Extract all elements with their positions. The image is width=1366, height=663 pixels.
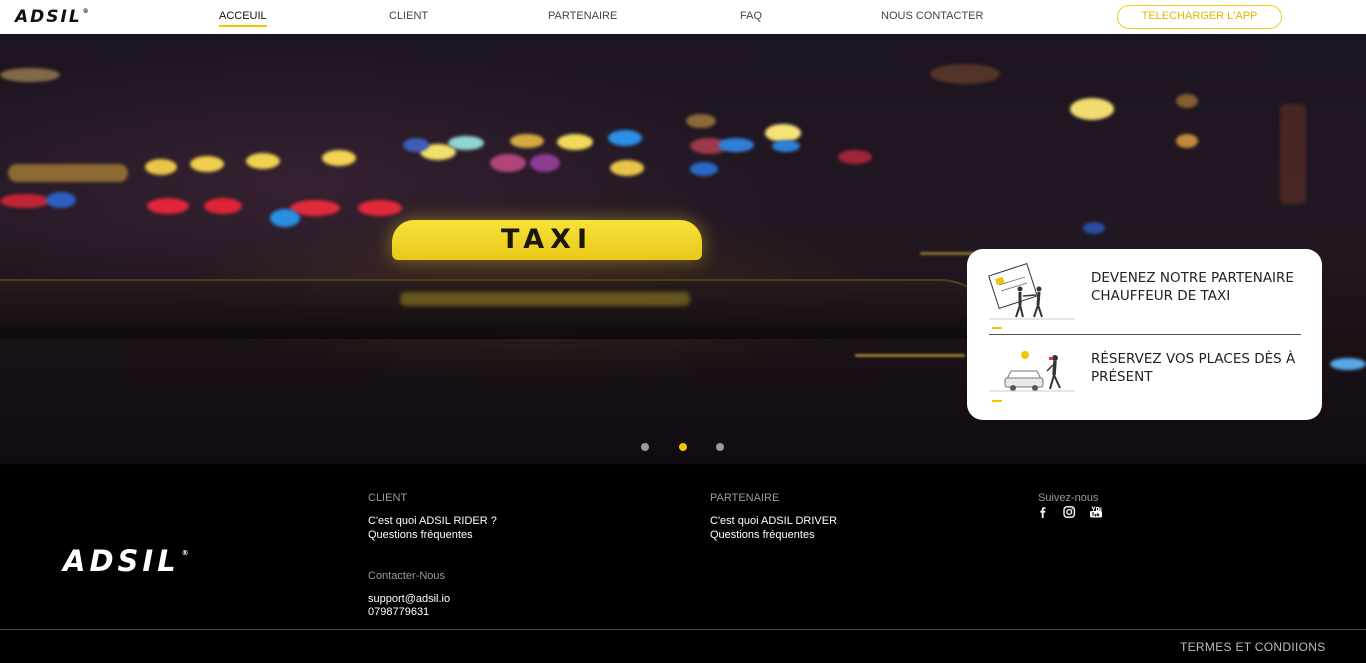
- top-navbar: ADSIL® ACCEUIL CLIENT PARTENAIRE FAQ NOU…: [0, 0, 1366, 34]
- nav-link-client[interactable]: CLIENT: [389, 10, 428, 23]
- taxi-sign-text: TAXI: [500, 224, 594, 255]
- carousel-dot-2[interactable]: [679, 443, 687, 451]
- footer-brand-name: ADSIL: [63, 544, 180, 578]
- book-ride-card-item[interactable]: RÉSERVEZ VOS PLACES DÈS À PRÉSENT: [967, 335, 1322, 420]
- footer-registered-mark: ®: [181, 549, 193, 557]
- nav-link-accueil[interactable]: ACCEUIL: [219, 10, 267, 27]
- footer-link-client-faq[interactable]: Questions fréquentes: [368, 529, 473, 542]
- instagram-icon[interactable]: [1062, 506, 1076, 518]
- facebook-icon[interactable]: [1036, 506, 1050, 518]
- book-ride-text: RÉSERVEZ VOS PLACES DÈS À PRÉSENT: [1091, 351, 1296, 385]
- youtube-icon[interactable]: [1089, 506, 1103, 518]
- footer-divider: [0, 629, 1366, 630]
- footer-partner-heading: PARTENAIRE: [710, 492, 780, 504]
- brand-name: ADSIL: [15, 7, 82, 27]
- footer-client-heading: CLIENT: [368, 492, 408, 504]
- footer-link-adsil-rider[interactable]: C'est quoi ADSIL RIDER ?: [368, 515, 497, 528]
- footer-social-heading: Suivez-nous: [1038, 492, 1099, 504]
- carousel-dot-1[interactable]: [641, 443, 649, 451]
- carousel-dot-3[interactable]: [716, 443, 724, 451]
- registered-mark: ®: [82, 8, 91, 15]
- footer-link-adsil-driver[interactable]: C'est quoi ADSIL DRIVER: [710, 515, 837, 528]
- partner-driver-text: DEVENEZ NOTRE PARTENAIRE CHAUFFEUR DE TA…: [1091, 270, 1294, 304]
- footer-logo[interactable]: ADSIL ®: [63, 546, 191, 584]
- partner-driver-card-item[interactable]: DEVENEZ NOTRE PARTENAIRE CHAUFFEUR DE TA…: [967, 249, 1322, 334]
- accent-tick: [992, 327, 1002, 329]
- nav-link-contact[interactable]: NOUS CONTACTER: [881, 10, 983, 23]
- hero-slider: TAXI DEVENEZ NOTRE PARTENAIRE CHAUFFEUR …: [0, 34, 1366, 464]
- nav-link-faq[interactable]: FAQ: [740, 10, 762, 23]
- taxi-sign: TAXI: [392, 220, 702, 260]
- slide-card: DEVENEZ NOTRE PARTENAIRE CHAUFFEUR DE TA…: [967, 249, 1322, 420]
- partner-illustration-icon: [988, 263, 1075, 320]
- accent-tick: [992, 400, 1002, 402]
- footer-contact-heading: Contacter-Nous: [368, 570, 446, 582]
- terms-and-conditions-link[interactable]: TERMES ET CONDIIONS: [1180, 640, 1326, 654]
- download-app-button[interactable]: TELECHARGER L'APP: [1117, 5, 1282, 29]
- nav-link-partenaire[interactable]: PARTENAIRE: [548, 10, 617, 23]
- footer-contact-email[interactable]: support@adsil.io: [368, 593, 450, 606]
- footer-link-partner-faq[interactable]: Questions fréquentes: [710, 529, 815, 542]
- page-footer: ADSIL ® CLIENT C'est quoi ADSIL RIDER ? Q…: [0, 464, 1366, 663]
- brand-logo[interactable]: ADSIL®: [15, 8, 90, 30]
- footer-contact-phone[interactable]: 0798779631: [368, 606, 429, 619]
